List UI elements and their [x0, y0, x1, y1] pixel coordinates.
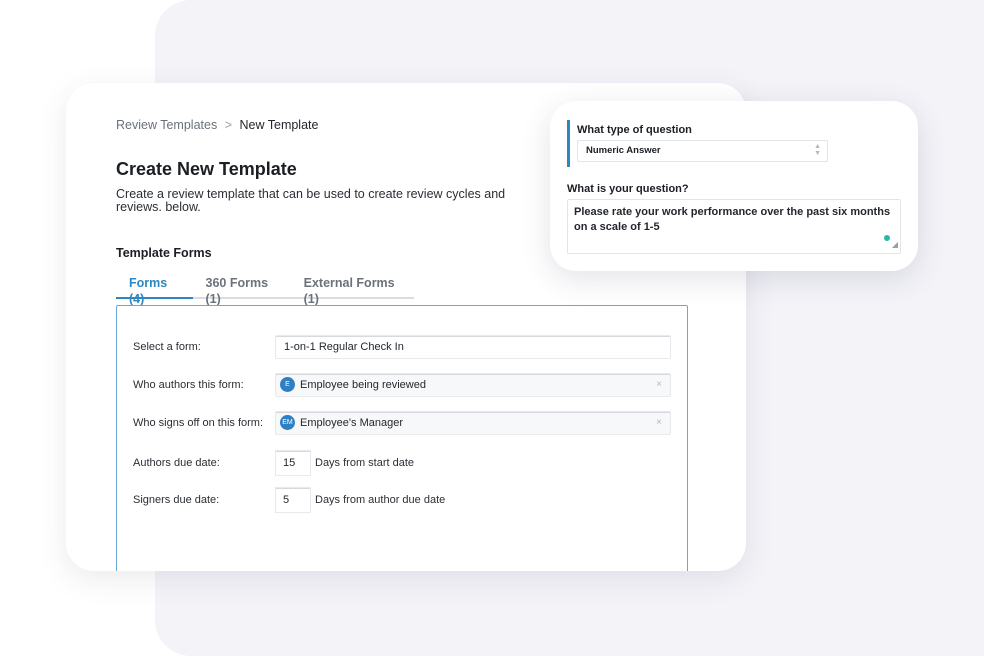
select-arrows-icon: ▲ ▼: [814, 143, 821, 157]
question-type-value: Numeric Answer: [586, 145, 661, 156]
breadcrumb: Review Templates > New Template: [116, 118, 318, 132]
question-text-value: Please rate your work performance over t…: [574, 206, 891, 233]
form-tabs: Forms (4) 360 Forms (1) External Forms (…: [116, 275, 414, 306]
resize-handle-icon[interactable]: ◢: [892, 237, 898, 252]
question-textarea[interactable]: Please rate your work performance over t…: [567, 199, 901, 254]
avatar: EM: [280, 414, 295, 430]
signers-due-suffix: Days from author due date: [315, 494, 446, 506]
signers-field[interactable]: EM Employee's Manager ×: [275, 411, 671, 435]
signers-value: Employee's Manager: [300, 417, 403, 429]
breadcrumb-current: New Template: [239, 118, 319, 132]
accent-bar: [567, 120, 570, 167]
authors-value: Employee being reviewed: [300, 379, 426, 391]
status-dot-icon: [884, 235, 890, 241]
section-title: Template Forms: [116, 246, 212, 260]
clear-icon[interactable]: ×: [656, 412, 662, 434]
signers-label: Who signs off on this form:: [133, 417, 264, 429]
authors-field[interactable]: E Employee being reviewed ×: [275, 373, 671, 397]
question-type-select[interactable]: Numeric Answer ▲ ▼: [577, 140, 828, 162]
page-title: Create New Template: [116, 159, 297, 179]
breadcrumb-parent-link[interactable]: Review Templates: [116, 118, 217, 132]
form-settings-panel: Select a form: 1-on-1 Regular Check In W…: [116, 305, 688, 571]
signers-due-input[interactable]: 5: [275, 487, 311, 513]
authors-due-suffix: Days from start date: [315, 457, 415, 469]
tab-forms[interactable]: Forms (4): [116, 275, 193, 306]
question-editor-card: What type of question Numeric Answer ▲ ▼ …: [550, 101, 918, 271]
signers-due-label: Signers due date:: [133, 494, 220, 506]
question-type-label: What type of question: [577, 124, 692, 136]
question-text-label: What is your question?: [567, 183, 689, 195]
tab-external-forms[interactable]: External Forms (1): [291, 275, 414, 306]
select-form-input[interactable]: 1-on-1 Regular Check In: [275, 335, 671, 359]
page-description: Create a review template that can be use…: [116, 187, 506, 214]
authors-due-label: Authors due date:: [133, 457, 220, 469]
authors-label: Who authors this form:: [133, 379, 244, 391]
select-form-label: Select a form:: [133, 341, 201, 353]
authors-due-input[interactable]: 15: [275, 450, 311, 476]
chevron-right-icon: >: [224, 118, 232, 132]
avatar: E: [280, 376, 295, 392]
tab-360-forms[interactable]: 360 Forms (1): [193, 275, 291, 306]
clear-icon[interactable]: ×: [656, 374, 662, 396]
